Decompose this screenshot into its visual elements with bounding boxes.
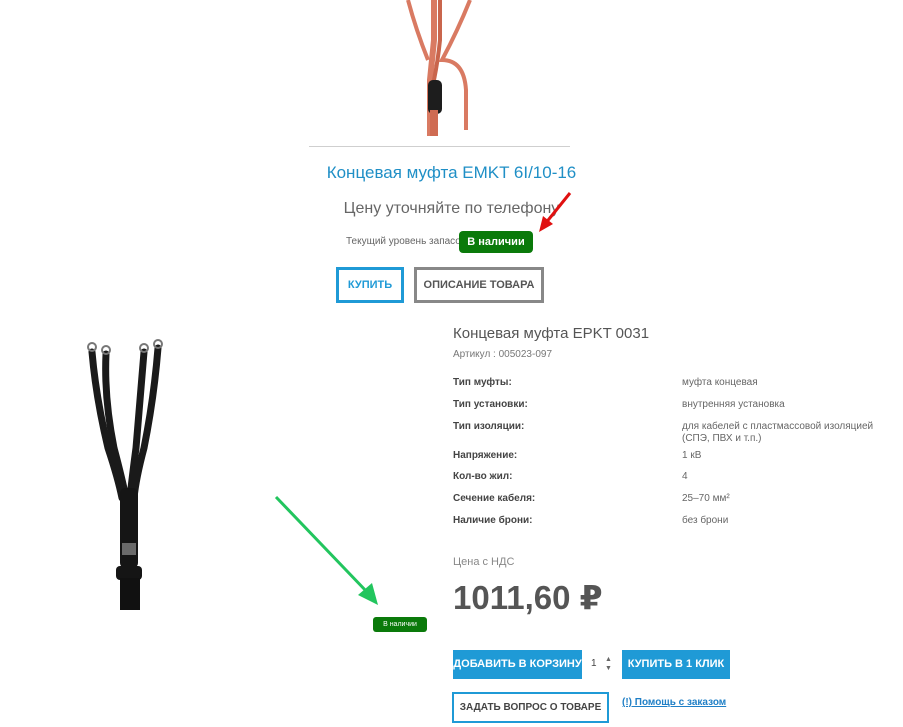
spec-value: 25–70 мм² — [682, 493, 730, 504]
spec-name: Наличие брони: — [453, 515, 533, 526]
spec-name: Кол-во жил: — [453, 471, 513, 482]
price-label: Цена с НДС — [453, 556, 515, 568]
order-help-link[interactable]: (!) Помощь с заказом — [622, 697, 726, 708]
stock-level-label: Текущий уровень запасов — [346, 236, 467, 247]
quantity-value[interactable]: 1 — [591, 658, 597, 669]
quantity-stepper[interactable]: 1 ▲ ▼ — [588, 656, 618, 674]
spec-value: 4 — [682, 471, 688, 482]
product-price: 1011,60 ₽ — [453, 579, 603, 616]
green-arrow-icon — [274, 495, 378, 605]
spec-value: муфта концевая — [682, 377, 758, 388]
product-sku: Артикул : 005023-097 — [453, 349, 552, 360]
product-description-button[interactable]: ОПИСАНИЕ ТОВАРА — [414, 267, 544, 303]
top-product-image — [406, 0, 472, 136]
in-stock-badge: В наличии — [459, 231, 533, 253]
top-price-note: Цену уточняйте по телефону — [343, 200, 560, 217]
add-to-cart-button[interactable]: ДОБАВИТЬ В КОРЗИНУ — [453, 650, 582, 679]
spec-name: Тип муфты: — [453, 377, 512, 388]
product-title: Концевая муфта EPKT 0031 — [453, 325, 650, 342]
top-product-title[interactable]: Концевая муфта EMKT 6I/10-16 — [0, 163, 903, 183]
spec-name: Сечение кабеля: — [453, 493, 536, 504]
stepper-arrows-icon[interactable]: ▲ ▼ — [605, 655, 612, 673]
in-stock-badge-small: В наличии — [373, 617, 427, 632]
spec-name: Напряжение: — [453, 450, 518, 461]
spec-name: Тип установки: — [453, 399, 528, 410]
spec-value: 1 кВ — [682, 450, 702, 461]
one-click-buy-button[interactable]: КУПИТЬ В 1 КЛИК — [622, 650, 730, 679]
product-image[interactable] — [80, 338, 180, 610]
spec-value: без брони — [682, 515, 729, 526]
ask-question-button[interactable]: ЗАДАТЬ ВОПРОС О ТОВАРЕ — [452, 692, 609, 723]
buy-button[interactable]: КУПИТЬ — [336, 267, 404, 303]
spec-value: внутренняя установка — [682, 399, 785, 410]
spec-name: Тип изоляции: — [453, 421, 525, 432]
spec-value: для кабелей с пластмассовой изоляцией (С… — [682, 421, 874, 444]
red-arrow-icon — [539, 192, 572, 232]
top-divider — [309, 146, 570, 147]
